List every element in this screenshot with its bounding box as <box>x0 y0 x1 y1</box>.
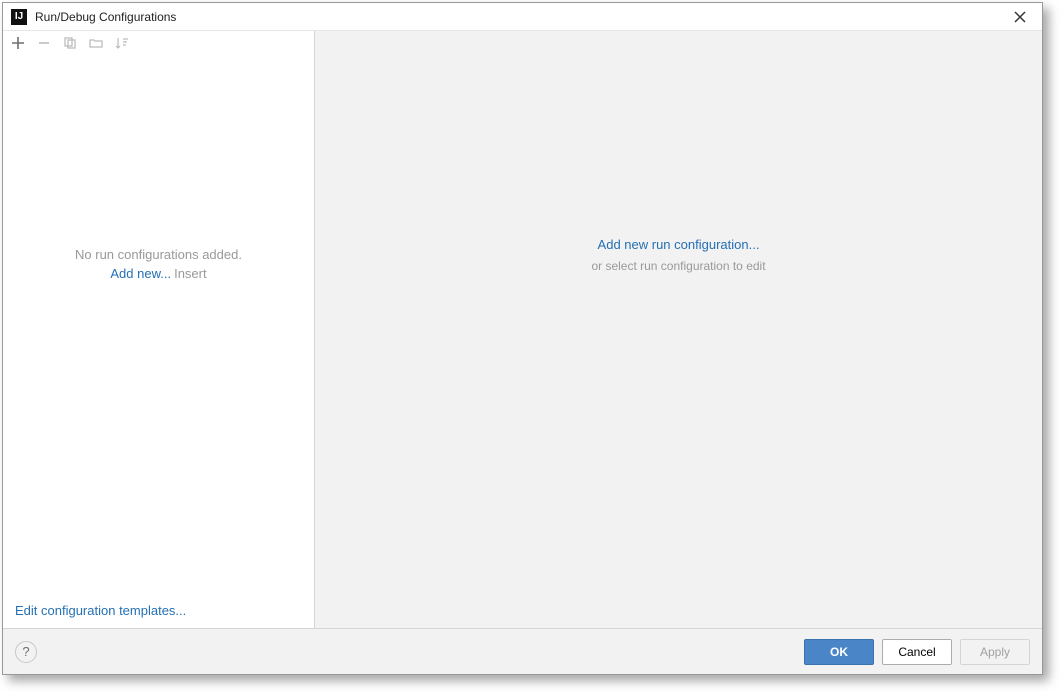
main-panel: Add new run configuration... or select r… <box>315 31 1042 628</box>
window-title: Run/Debug Configurations <box>35 10 176 24</box>
help-icon: ? <box>22 644 29 659</box>
dialog-body: No run configurations added. Add new...I… <box>3 31 1042 628</box>
dialog-footer: ? OK Cancel Apply <box>3 628 1042 674</box>
ok-button[interactable]: OK <box>804 639 874 665</box>
main-add-config-link[interactable]: Add new run configuration... <box>591 237 765 252</box>
cancel-button[interactable]: Cancel <box>882 639 952 665</box>
sidebar-add-hint: Insert <box>174 266 207 281</box>
sidebar-footer: Edit configuration templates... <box>3 593 314 628</box>
footer-buttons: OK Cancel Apply <box>804 639 1030 665</box>
edit-templates-link[interactable]: Edit configuration templates... <box>15 603 186 618</box>
main-hint-text: or select run configuration to edit <box>591 259 765 273</box>
run-debug-configurations-dialog: IJ Run/Debug Configurations <box>2 2 1043 675</box>
main-empty-state: Add new run configuration... or select r… <box>591 237 765 273</box>
sidebar: No run configurations added. Add new...I… <box>3 31 315 628</box>
sidebar-add-new-link[interactable]: Add new... <box>110 266 171 281</box>
no-configs-text: No run configurations added. <box>75 247 242 262</box>
app-icon: IJ <box>11 9 27 25</box>
sidebar-add-line: Add new...Insert <box>110 266 206 281</box>
titlebar: IJ Run/Debug Configurations <box>3 3 1042 31</box>
close-button[interactable] <box>1006 5 1034 29</box>
help-button[interactable]: ? <box>15 641 37 663</box>
close-icon <box>1014 11 1026 23</box>
apply-button[interactable]: Apply <box>960 639 1030 665</box>
sidebar-empty-state: No run configurations added. Add new...I… <box>3 31 314 593</box>
